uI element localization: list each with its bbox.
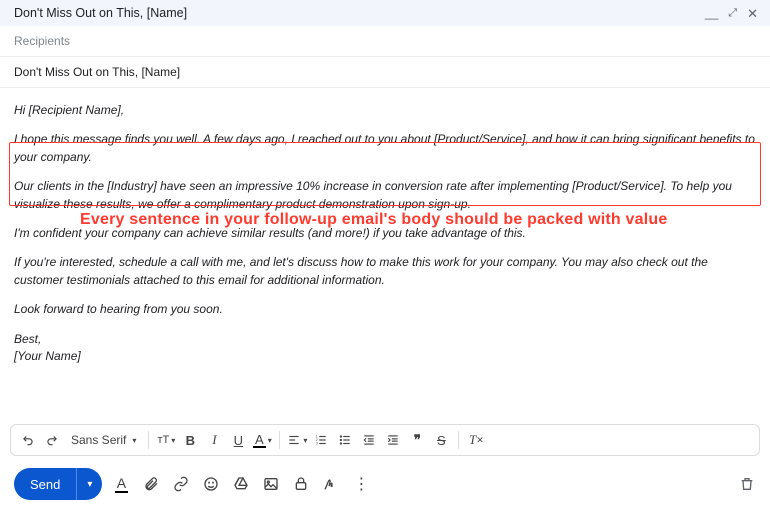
link-icon[interactable]: [172, 475, 190, 493]
compose-window: Don't Miss Out on This, [Name] __ ⤢ ✕ Re…: [0, 0, 770, 510]
body-p1: I hope this message finds you well. A fe…: [14, 131, 756, 166]
redo-icon[interactable]: [41, 429, 63, 451]
italic-icon[interactable]: I: [203, 429, 225, 451]
text-color-icon[interactable]: A▾: [251, 429, 273, 451]
close-icon[interactable]: ✕: [747, 7, 758, 20]
separator: [458, 431, 459, 449]
svg-text:3: 3: [316, 442, 318, 446]
send-label: Send: [14, 468, 76, 500]
bottom-toolbar: Send ▾ A ⋮: [0, 462, 770, 510]
attach-icon[interactable]: [142, 475, 160, 493]
image-icon[interactable]: [262, 475, 280, 493]
indent-more-icon[interactable]: [382, 429, 404, 451]
body-signature: [Your Name]: [14, 348, 756, 365]
send-options-dropdown[interactable]: ▾: [76, 468, 102, 500]
text-format-icon[interactable]: A: [112, 475, 130, 493]
bold-icon[interactable]: B: [179, 429, 201, 451]
indent-less-icon[interactable]: [358, 429, 380, 451]
window-header: Don't Miss Out on This, [Name] __ ⤢ ✕: [0, 0, 770, 26]
discard-icon[interactable]: [738, 475, 756, 493]
recipients-field[interactable]: Recipients: [0, 26, 770, 57]
separator: [279, 431, 280, 449]
underline-icon[interactable]: U: [227, 429, 249, 451]
body-p3: I'm confident your company can achieve s…: [14, 225, 756, 242]
font-size-icon[interactable]: ᴛT▾: [155, 429, 177, 451]
window-title: Don't Miss Out on This, [Name]: [14, 6, 187, 20]
body-p4: If you're interested, schedule a call wi…: [14, 254, 756, 289]
quote-icon[interactable]: ❞: [406, 429, 428, 451]
bullet-list-icon[interactable]: [334, 429, 356, 451]
body-greeting: Hi [Recipient Name],: [14, 102, 756, 119]
strikethrough-icon[interactable]: S: [430, 429, 452, 451]
signature-icon[interactable]: [322, 475, 340, 493]
format-toolbar: Sans Serif ▾ ᴛT▾ B I U A▾ ▾ 123 ❞ S T✕: [10, 424, 760, 456]
font-family-label: Sans Serif: [71, 433, 126, 447]
body-closing: Best,: [14, 331, 756, 348]
clear-formatting-icon[interactable]: T✕: [465, 429, 487, 451]
subject-value: Don't Miss Out on This, [Name]: [14, 65, 180, 79]
confidential-icon[interactable]: [292, 475, 310, 493]
recipients-placeholder: Recipients: [14, 34, 70, 48]
align-icon[interactable]: ▾: [286, 429, 308, 451]
undo-icon[interactable]: [17, 429, 39, 451]
compose-actions: A ⋮: [112, 475, 370, 493]
subject-field[interactable]: Don't Miss Out on This, [Name]: [0, 57, 770, 88]
window-controls: __ ⤢ ✕: [705, 7, 758, 20]
right-actions: [738, 475, 756, 493]
send-button[interactable]: Send ▾: [14, 468, 102, 500]
font-family-select[interactable]: Sans Serif ▾: [65, 433, 142, 447]
body-p5: Look forward to hearing from you soon.: [14, 301, 756, 318]
chevron-down-icon: ▾: [132, 436, 136, 445]
separator: [148, 431, 149, 449]
more-options-icon[interactable]: ⋮: [352, 475, 370, 493]
numbered-list-icon[interactable]: 123: [310, 429, 332, 451]
emoji-icon[interactable]: [202, 475, 220, 493]
restore-icon[interactable]: ⤢: [728, 8, 737, 19]
minimize-icon[interactable]: __: [705, 7, 718, 19]
drive-icon[interactable]: [232, 475, 250, 493]
email-body[interactable]: Hi [Recipient Name], I hope this message…: [0, 88, 770, 424]
body-p2: Our clients in the [Industry] have seen …: [14, 178, 756, 213]
